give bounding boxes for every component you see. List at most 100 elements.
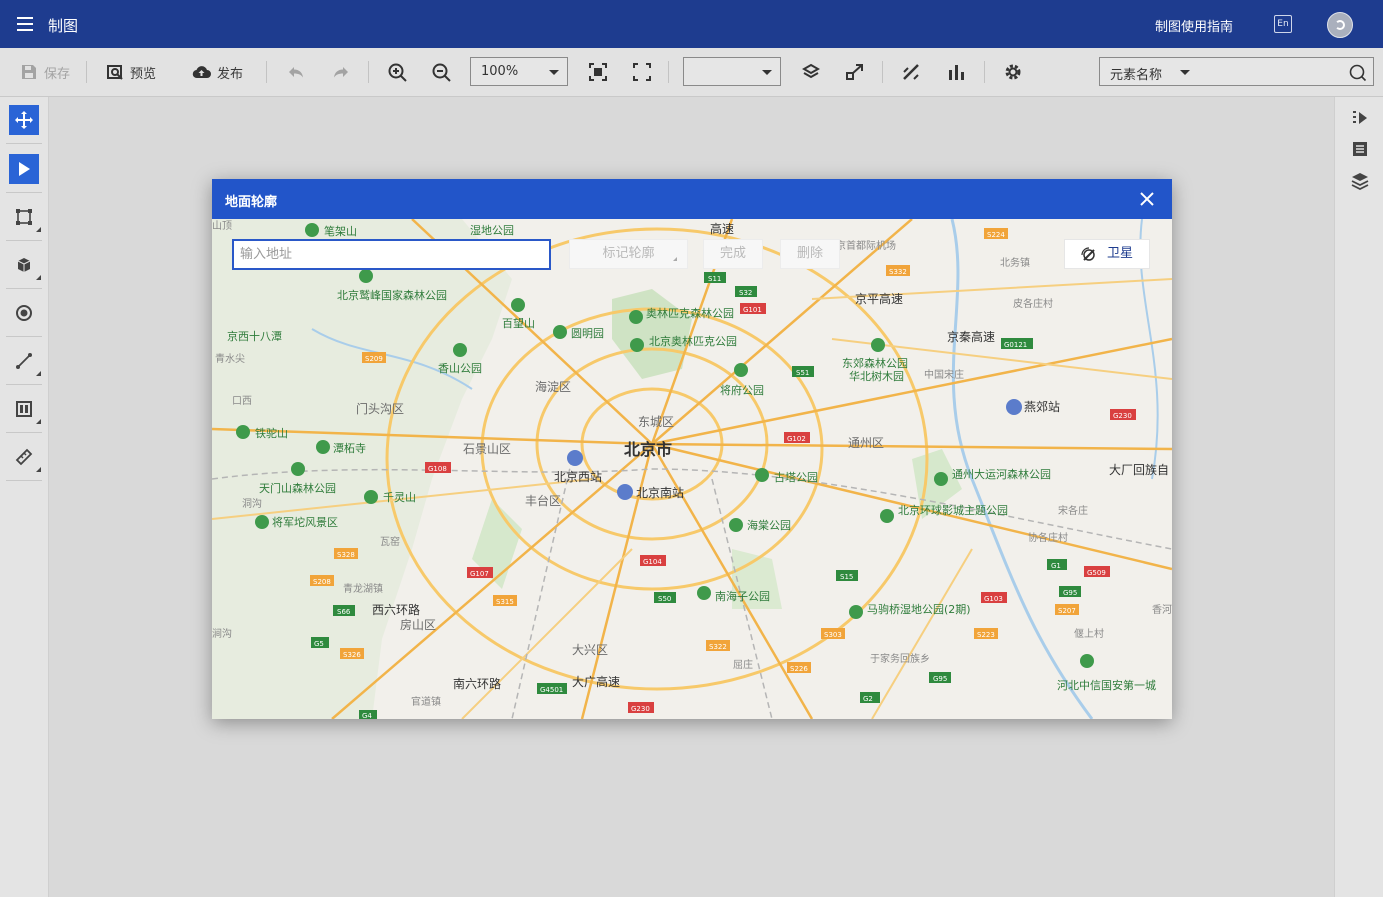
svg-text:S332: S332: [889, 268, 907, 276]
play-animation-icon[interactable]: [1351, 109, 1369, 127]
road-label: 大广高速: [572, 674, 620, 689]
submenu-indicator: [673, 257, 677, 261]
tool-divider: [6, 384, 42, 385]
undo-icon: [289, 67, 303, 78]
toolbar-divider: [86, 61, 87, 83]
layers-panel-icon[interactable]: [1351, 172, 1369, 190]
publish-button[interactable]: 发布: [192, 48, 243, 96]
pan-tool[interactable]: [9, 105, 39, 135]
rectangle-icon: [16, 209, 32, 225]
poi-label: 南海子公园: [715, 589, 770, 603]
search-icon[interactable]: [1349, 64, 1367, 82]
chart-button[interactable]: [947, 48, 965, 96]
chevron-down-icon: [762, 70, 772, 75]
resize-button[interactable]: [846, 48, 864, 96]
select-tool[interactable]: [9, 154, 39, 184]
poi-label: 海棠公园: [747, 518, 791, 532]
place-label: 山顶: [212, 220, 232, 232]
satellite-toggle[interactable]: 卫星: [1064, 239, 1150, 269]
edit-line-button[interactable]: [902, 48, 920, 96]
poi-label: 潭柘寺: [333, 441, 366, 455]
place-label: 屈庄: [733, 658, 753, 671]
svg-text:S223: S223: [977, 631, 995, 639]
map-canvas[interactable]: 北京市 海淀区 东城区 石景山区 丰台区 通州区 门头沟区 房山区 大兴区 笔架…: [212, 219, 1172, 719]
line-tool[interactable]: [9, 346, 41, 376]
right-panel-bar: [1334, 97, 1383, 897]
svg-text:S326: S326: [343, 651, 361, 659]
district-label: 丰台区: [525, 493, 561, 508]
layer-order-button[interactable]: [802, 48, 820, 96]
svg-text:G107: G107: [470, 570, 489, 578]
address-input[interactable]: [232, 239, 551, 270]
fit-screen-icon: [589, 63, 607, 81]
poi-label: 天门山森林公园: [259, 481, 336, 495]
station-label: 燕郊站: [1024, 400, 1060, 414]
svg-text:S32: S32: [739, 289, 752, 297]
road-label: 西六环路: [372, 602, 420, 617]
svg-text:S207: S207: [1058, 607, 1076, 615]
language-toggle[interactable]: En: [1274, 15, 1292, 33]
chevron-down-icon: [1180, 70, 1190, 75]
save-button[interactable]: 保存: [20, 48, 70, 96]
done-button[interactable]: 完成: [703, 239, 763, 269]
layer-select[interactable]: [683, 57, 781, 86]
cloud-upload-icon: [192, 66, 211, 79]
fullscreen-button[interactable]: [633, 48, 651, 96]
place-label: 中国宋庄: [924, 368, 964, 381]
rectangle-tool[interactable]: [9, 202, 41, 232]
poi-label: 香山公园: [438, 362, 482, 375]
publish-label: 发布: [217, 66, 244, 82]
road-label: 京平高速: [855, 291, 903, 306]
toolbar-divider: [668, 61, 669, 83]
user-avatar[interactable]: [1327, 12, 1353, 38]
poi-label: 河北中信国安第一城: [1057, 678, 1156, 692]
place-label: 口西: [232, 396, 252, 407]
panel-tool[interactable]: [9, 394, 41, 424]
mark-contour-button[interactable]: 标记轮廓: [569, 239, 688, 269]
poi-label: 通州大运河森林公园: [952, 467, 1051, 481]
save-icon: [22, 65, 36, 79]
poi-label: 圆明园: [571, 327, 604, 340]
redo-button[interactable]: [332, 48, 350, 96]
fit-screen-button[interactable]: [589, 48, 607, 96]
top-app-bar: 制图 制图使用指南 En: [0, 0, 1383, 48]
delete-button[interactable]: 删除: [780, 239, 840, 269]
road-label: 高速: [710, 221, 734, 236]
guide-link[interactable]: 制图使用指南: [1155, 16, 1233, 35]
done-label: 完成: [719, 246, 746, 261]
zoom-out-icon: [432, 63, 451, 82]
zoom-level-select[interactable]: 100%: [470, 57, 568, 86]
map-view[interactable]: 北京市 海淀区 东城区 石景山区 丰台区 通州区 门头沟区 房山区 大兴区 笔架…: [212, 219, 1172, 719]
place-label: 大厂回族自: [1109, 463, 1169, 477]
tool-divider: [6, 336, 42, 337]
svg-text:S315: S315: [496, 598, 514, 606]
undo-button[interactable]: [287, 48, 305, 96]
hamburger-menu-icon[interactable]: [17, 17, 33, 31]
settings-button[interactable]: [1004, 48, 1022, 96]
panel-icon: [16, 401, 32, 417]
zoom-out-button[interactable]: [432, 48, 451, 96]
close-icon[interactable]: [1138, 190, 1156, 208]
poi-label: 奥林匹克森林公园: [646, 306, 734, 320]
svg-text:G102: G102: [787, 435, 806, 443]
toolbar-divider: [368, 61, 369, 83]
svg-text:G104: G104: [643, 558, 662, 566]
svg-text:G95: G95: [933, 675, 947, 683]
preview-label: 预览: [130, 66, 157, 82]
search-type-select[interactable]: 元素名称: [1110, 64, 1162, 83]
svg-text:G101: G101: [743, 306, 762, 314]
element-search[interactable]: 元素名称: [1099, 57, 1374, 86]
point-tool[interactable]: [9, 298, 39, 328]
svg-text:S11: S11: [708, 275, 721, 283]
svg-text:G4: G4: [362, 712, 372, 719]
list-panel-icon[interactable]: [1351, 140, 1369, 158]
zoom-in-button[interactable]: [388, 48, 407, 96]
poi-label: 铁驼山: [255, 426, 288, 440]
poi-label: 马驹桥湿地公园(2期): [867, 602, 971, 616]
tool-divider: [6, 432, 42, 433]
measure-tool[interactable]: [9, 442, 41, 472]
toolbar-divider: [266, 61, 267, 83]
preview-button[interactable]: 预览: [106, 48, 156, 96]
district-label: 房山区: [400, 617, 436, 632]
extrude-tool[interactable]: [9, 250, 41, 280]
